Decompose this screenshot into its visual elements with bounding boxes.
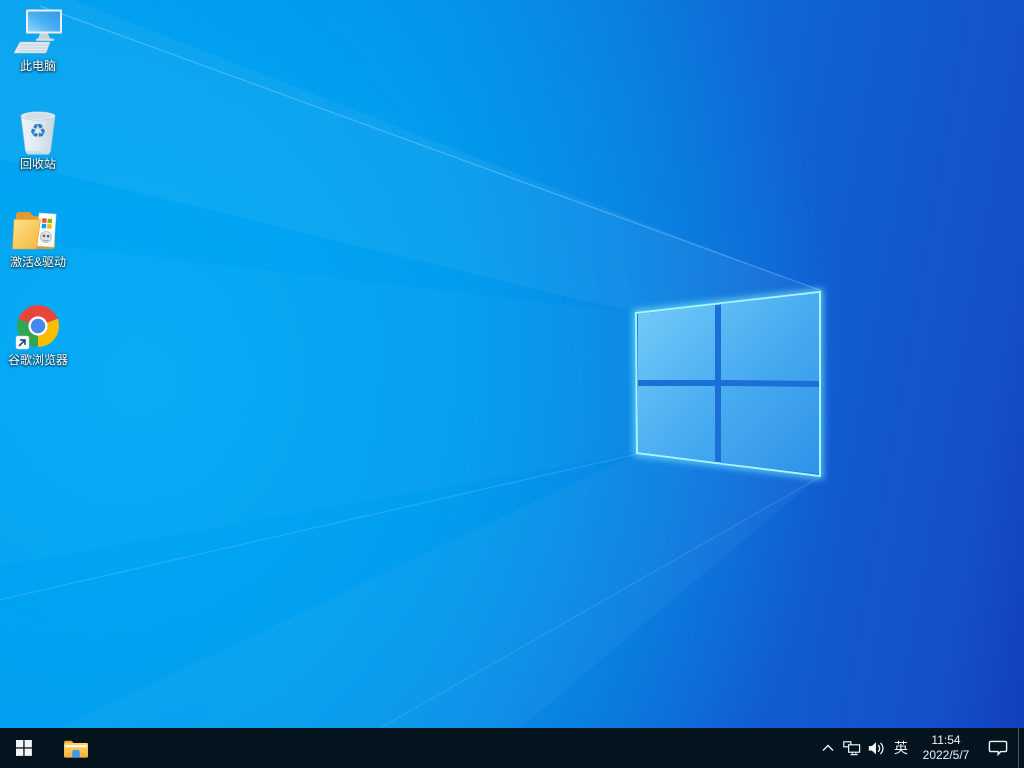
chevron-up-icon	[822, 744, 834, 751]
taskbar: 英 11:54 2022/5/7	[0, 728, 1024, 768]
network-ethernet-icon	[843, 740, 861, 755]
show-desktop-button[interactable]	[1018, 728, 1024, 768]
tray-chevron-up-button[interactable]	[816, 728, 840, 768]
action-center-button[interactable]	[978, 728, 1018, 768]
desktop-icon-label: 激活&驱动	[9, 255, 66, 269]
desktop-wallpaper[interactable]	[0, 0, 1024, 728]
ime-language-indicator[interactable]: 英	[888, 728, 914, 768]
recycle-bin-icon: ♻	[12, 106, 64, 156]
desktop-icon-label: 此电脑	[19, 59, 56, 73]
open-folder-icon	[12, 204, 64, 254]
this-pc-icon	[12, 8, 64, 58]
desktop-icon-label: 回收站	[19, 157, 56, 171]
chrome-icon	[12, 302, 64, 352]
taskbar-clock[interactable]: 11:54 2022/5/7	[914, 728, 978, 768]
windows-start-icon	[16, 740, 32, 756]
action-center-icon	[988, 740, 1008, 756]
recycle-symbol-icon: ♻	[29, 120, 47, 143]
desktop-icon-label: 谷歌浏览器	[7, 353, 68, 367]
clock-date: 2022/5/7	[922, 748, 970, 762]
windows-desktop: 此电脑 ♻ 回收站 激活&驱动 谷歌浏览器 英 11:54 2022/5/7	[0, 0, 1024, 768]
desktop-icon-google-chrome[interactable]: 谷歌浏览器	[0, 302, 76, 400]
clock-time: 11:54	[931, 733, 961, 747]
desktop-icon-recycle-bin[interactable]: ♻ 回收站	[0, 106, 76, 204]
desktop-icon-column: 此电脑 ♻ 回收站 激活&驱动 谷歌浏览器	[0, 8, 76, 400]
volume-speaker-icon	[868, 741, 884, 754]
network-tray-button[interactable]	[840, 728, 864, 768]
shortcut-arrow-overlay	[15, 335, 30, 350]
file-explorer-icon	[64, 740, 88, 758]
taskbar-empty-area[interactable]	[100, 728, 816, 768]
windows-logo-light-rays	[0, 0, 823, 728]
desktop-icon-this-pc[interactable]: 此电脑	[0, 8, 76, 106]
volume-tray-button[interactable]	[864, 728, 888, 768]
desktop-icon-activation-drivers[interactable]: 激活&驱动	[0, 204, 76, 302]
start-button[interactable]	[0, 728, 48, 768]
file-explorer-button[interactable]	[52, 728, 100, 768]
